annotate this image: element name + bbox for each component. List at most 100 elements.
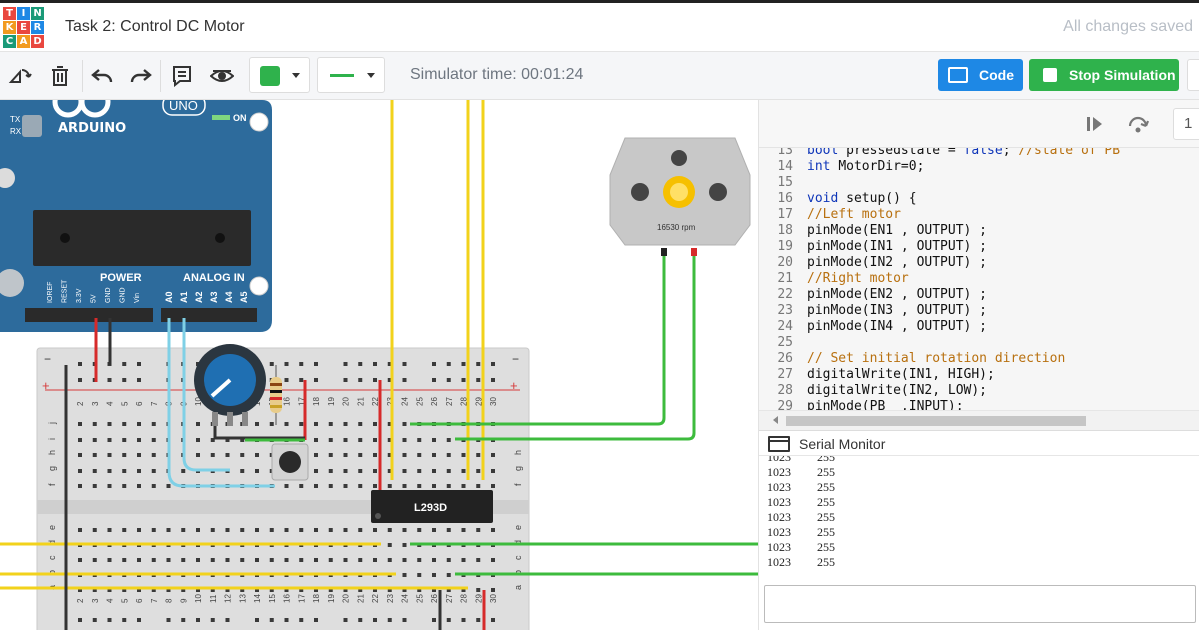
code-line[interactable]: 23 pinMode(IN3 , OUTPUT) ; <box>759 303 1120 319</box>
breadboard-column-number: 16 <box>283 594 292 603</box>
horizontal-scrollbar[interactable] <box>759 410 1199 430</box>
breadboard-column-number: 3 <box>91 401 100 406</box>
breadboard-hole <box>122 378 127 382</box>
code-line[interactable]: 22 pinMode(EN2 , OUTPUT) ; <box>759 287 1120 303</box>
code-line[interactable]: 25 <box>759 335 1120 351</box>
stop-simulation-button[interactable]: Stop Simulation <box>1029 59 1179 91</box>
serial-value-b: 255 <box>817 540 835 554</box>
scroll-left-icon[interactable] <box>773 416 778 424</box>
pushbutton[interactable] <box>271 443 309 481</box>
analog-header[interactable] <box>161 308 257 322</box>
code-line[interactable]: 21 //Right motor <box>759 271 1120 287</box>
motor-gear-icon <box>663 176 695 208</box>
visibility-icon[interactable] <box>210 64 234 88</box>
breadboard-hole <box>78 528 82 532</box>
serial-input[interactable] <box>764 585 1196 623</box>
breadboard-hole <box>210 453 215 457</box>
breadboard-hole <box>358 528 363 532</box>
breadboard-hole <box>417 438 422 442</box>
serial-output-line: 1023 255 <box>767 480 835 495</box>
serial-value-a: 1023 <box>767 456 791 464</box>
wire-type-picker[interactable] <box>317 57 385 93</box>
redo-icon[interactable] <box>129 64 153 88</box>
breadboard-hole <box>358 438 363 442</box>
breadboard-hole <box>255 422 259 426</box>
power-pin-label: 5V <box>91 294 98 303</box>
breadboard-hole <box>284 618 289 622</box>
code-line[interactable]: 29 pinMode(PB ,INPUT); <box>759 399 1120 410</box>
breadboard-hole <box>107 438 112 442</box>
breadboard-hole <box>328 438 333 442</box>
code-line[interactable]: 27 digitalWrite(IN1, HIGH); <box>759 367 1120 383</box>
serial-monitor-header[interactable]: Serial Monitor <box>759 430 1199 456</box>
undo-icon[interactable] <box>90 64 114 88</box>
color-picker[interactable] <box>249 57 310 93</box>
code-token: setup() { <box>846 191 917 206</box>
code-line[interactable]: 17 //Left motor <box>759 207 1120 223</box>
breadboard-hole <box>343 618 348 622</box>
breadboard-hole <box>476 378 481 382</box>
step-over-icon[interactable] <box>1127 114 1149 134</box>
code-line[interactable]: 18 pinMode(EN1 , OUTPUT) ; <box>759 223 1120 239</box>
code-line[interactable]: 28 digitalWrite(IN2, LOW); <box>759 383 1120 399</box>
breadboard-hole <box>461 362 466 366</box>
code-line[interactable]: 26 // Set initial rotation direction <box>759 351 1120 367</box>
delete-icon[interactable] <box>48 64 72 88</box>
code-editor[interactable]: 13 bool pressedstate = false; //state of … <box>759 148 1199 410</box>
breadboard-column-number: 30 <box>489 397 498 406</box>
breadboard-hole <box>373 484 377 488</box>
breadboard-hole <box>402 453 407 457</box>
breadboard-hole <box>476 558 481 562</box>
breadboard-hole <box>225 528 230 532</box>
debug-field[interactable]: 1 <box>1173 108 1199 140</box>
breadboard-hole <box>151 469 156 473</box>
breadboard-hole <box>92 484 97 488</box>
breadboard-hole <box>255 528 259 532</box>
breadboard-hole <box>358 558 363 562</box>
code-line[interactable]: 13 bool pressedstate = false; //state of … <box>759 148 1120 159</box>
on-led-label: ON <box>233 113 247 123</box>
arduino-uno[interactable]: ARDUINO UNO ON TX RX POWER ANALOG IN IOR… <box>0 100 272 332</box>
breadboard-column-number: 21 <box>356 594 365 603</box>
breadboard-column-number: 10 <box>194 594 203 603</box>
tinkercad-logo[interactable]: TIN KER CAD <box>3 7 45 49</box>
rotate-icon[interactable] <box>8 64 32 88</box>
code-line[interactable]: 24 pinMode(IN4 , OUTPUT) ; <box>759 319 1120 335</box>
breadboard-hole <box>225 618 230 622</box>
step-icon[interactable] <box>1084 114 1106 134</box>
breadboard-hole <box>196 618 200 622</box>
breadboard-hole <box>387 618 392 622</box>
breadboard-hole <box>402 378 407 382</box>
breadboard-hole <box>137 422 141 426</box>
breadboard-column-number: 6 <box>135 401 144 406</box>
breadboard-hole <box>373 453 377 457</box>
code-line[interactable]: 14 int MotorDir=0; <box>759 159 1120 175</box>
breadboard-column-number: 3 <box>91 598 100 603</box>
code-line[interactable]: 16 void setup() { <box>759 191 1120 207</box>
breadboard-hole <box>314 378 318 382</box>
code-line[interactable]: 15 <box>759 175 1120 191</box>
breadboard-hole <box>491 618 495 622</box>
l293d-chip[interactable]: L293D <box>371 490 493 523</box>
code-line[interactable]: 20 pinMode(IN2 , OUTPUT) ; <box>759 255 1120 271</box>
code-token: pinMode(IN1 , OUTPUT) ; <box>807 239 988 254</box>
toolbar-overflow[interactable] <box>1187 59 1199 91</box>
line-number: 20 <box>777 255 793 270</box>
breadboard-column-number: 24 <box>401 397 410 406</box>
breadboard-hole <box>476 528 481 532</box>
code-line[interactable]: 19 pinMode(IN1 , OUTPUT) ; <box>759 239 1120 255</box>
breadboard-row-letter: h <box>47 450 57 455</box>
circuit-diagram[interactable]: 2345678910111213141516171819202122232425… <box>0 100 758 630</box>
notes-icon[interactable] <box>170 64 194 88</box>
power-header[interactable] <box>25 308 153 322</box>
scroll-thumb[interactable] <box>786 416 1086 426</box>
chevron-down-icon <box>367 73 375 78</box>
breadboard-row-letter: e <box>47 525 57 530</box>
line-number: 16 <box>777 191 793 206</box>
dc-motor[interactable]: 16530 rpm <box>609 137 751 256</box>
code-button[interactable]: Code <box>938 59 1023 91</box>
arduino-model: UNO <box>169 100 198 113</box>
project-title[interactable]: Task 2: Control DC Motor <box>65 18 245 36</box>
circuit-canvas[interactable]: 2345678910111213141516171819202122232425… <box>0 100 758 630</box>
breadboard-hole <box>314 558 318 562</box>
